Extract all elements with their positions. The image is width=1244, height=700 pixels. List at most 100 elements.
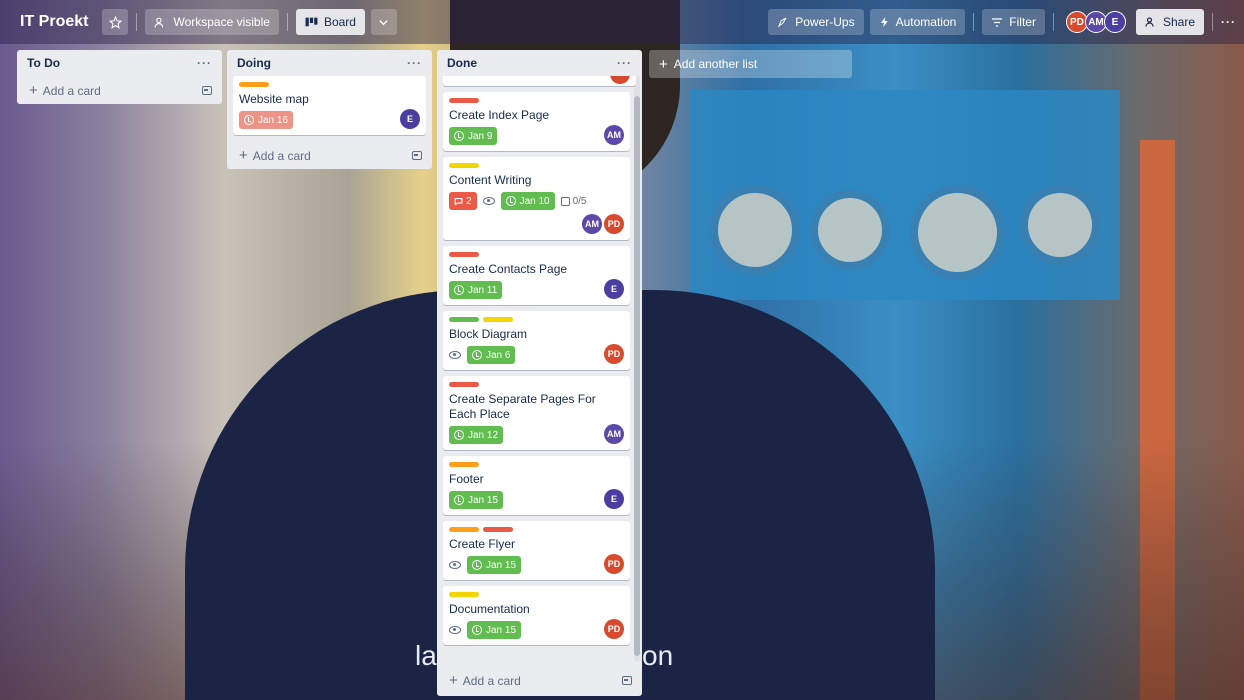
label-yellow bbox=[449, 163, 479, 168]
clock-icon bbox=[454, 285, 464, 295]
rocket-icon bbox=[778, 17, 787, 28]
filter-icon bbox=[992, 17, 1003, 27]
board-header: IT Proekt Workspace visible Board Power-… bbox=[0, 0, 1244, 44]
card[interactable]: Create Contacts Page Jan 11 E bbox=[443, 246, 630, 305]
card-member-avatar[interactable] bbox=[610, 76, 630, 84]
due-date-badge[interactable]: Jan 10 bbox=[500, 192, 555, 210]
list-title[interactable]: To Do bbox=[27, 56, 60, 70]
add-card-button[interactable]: + Add a card bbox=[227, 141, 432, 169]
list-menu-button[interactable]: ··· bbox=[407, 56, 422, 70]
card[interactable]: Website map Jan 16 E bbox=[233, 76, 426, 135]
comment-icon bbox=[454, 197, 463, 206]
people-icon bbox=[155, 17, 164, 27]
due-date-badge[interactable]: Jan 15 bbox=[467, 621, 522, 639]
card-member-avatar[interactable]: PD bbox=[604, 214, 624, 234]
card[interactable]: Create Index Page Jan 9 AM bbox=[443, 92, 630, 151]
card-member-avatar[interactable]: PD bbox=[604, 554, 624, 574]
label-orange bbox=[449, 527, 479, 532]
board-members: PD AM E bbox=[1065, 11, 1126, 33]
shirt-text-left: la bbox=[415, 640, 437, 671]
shirt-text-right: on bbox=[642, 640, 674, 671]
board-title[interactable]: IT Proekt bbox=[12, 9, 96, 35]
list-header: Done ··· bbox=[437, 50, 642, 76]
powerups-button[interactable]: Power-Ups bbox=[768, 9, 864, 35]
card-member-avatar[interactable]: E bbox=[604, 279, 624, 299]
plus-icon: + bbox=[659, 55, 668, 73]
card-title: Documentation bbox=[449, 602, 530, 616]
eye-icon bbox=[449, 626, 461, 634]
label-red bbox=[449, 382, 479, 387]
card[interactable]: Content Writing 2 Jan 10 0/5 AM PD bbox=[443, 157, 630, 240]
card-title: Create Flyer bbox=[449, 537, 516, 551]
star-button[interactable] bbox=[102, 9, 129, 35]
board-menu-button[interactable]: ··· bbox=[1221, 15, 1236, 29]
card[interactable] bbox=[443, 76, 636, 86]
share-button[interactable]: Share bbox=[1135, 9, 1204, 35]
list-menu-button[interactable]: ··· bbox=[617, 56, 632, 70]
card-member-avatar[interactable]: AM bbox=[604, 424, 624, 444]
card-title: Footer bbox=[449, 472, 484, 486]
due-date-badge[interactable]: Jan 12 bbox=[449, 426, 504, 444]
card[interactable]: Footer Jan 15 E bbox=[443, 456, 630, 515]
plus-icon: + bbox=[449, 671, 458, 689]
card-template-icon[interactable] bbox=[622, 675, 632, 685]
list-doing: Doing ··· Website map Jan 16 E + Add a ca… bbox=[227, 50, 432, 169]
list-title[interactable]: Doing bbox=[237, 56, 271, 70]
card-title: Create Contacts Page bbox=[449, 262, 568, 276]
add-list-button[interactable]: + Add another list bbox=[649, 50, 852, 78]
chevron-down-icon bbox=[379, 19, 389, 25]
card[interactable]: Create Separate Pages For Each Place Jan… bbox=[443, 376, 630, 450]
label-orange bbox=[239, 82, 269, 87]
list-menu-button[interactable]: ··· bbox=[197, 56, 212, 70]
add-card-button[interactable]: + Add a card bbox=[437, 664, 642, 696]
card-member-avatar[interactable]: PD bbox=[604, 619, 624, 639]
card-member-avatar[interactable]: E bbox=[604, 489, 624, 509]
due-date-badge[interactable]: Jan 16 bbox=[239, 111, 294, 129]
card-title: Create Separate Pages For Each Place bbox=[449, 392, 596, 421]
list-header: Doing ··· bbox=[227, 50, 432, 76]
clock-icon bbox=[454, 495, 464, 505]
card-member-avatar[interactable]: AM bbox=[604, 125, 624, 145]
filter-button[interactable]: Filter bbox=[982, 9, 1045, 35]
board-view-button[interactable]: Board bbox=[295, 9, 365, 35]
clock-icon bbox=[244, 115, 254, 125]
clock-icon bbox=[472, 350, 482, 360]
due-date-badge[interactable]: Jan 15 bbox=[467, 556, 522, 574]
powerups-label: Power-Ups bbox=[795, 15, 855, 29]
due-date-text: Jan 6 bbox=[486, 349, 511, 361]
card-member-avatar[interactable]: PD bbox=[604, 344, 624, 364]
card[interactable]: Block Diagram Jan 6 PD bbox=[443, 311, 630, 370]
member-avatar[interactable]: E bbox=[1103, 11, 1126, 33]
list-title[interactable]: Done bbox=[447, 56, 477, 70]
card-title: Content Writing bbox=[449, 173, 532, 187]
clock-icon bbox=[505, 196, 516, 206]
list-todo: To Do ··· + Add a card bbox=[17, 50, 222, 104]
card-member-avatar[interactable]: E bbox=[400, 109, 420, 129]
card-title: Create Index Page bbox=[449, 108, 550, 122]
label-red bbox=[449, 252, 479, 257]
label-red bbox=[449, 98, 479, 103]
view-switcher-button[interactable] bbox=[370, 9, 397, 35]
add-card-button[interactable]: + Add a card bbox=[17, 76, 222, 104]
card-template-icon[interactable] bbox=[412, 150, 422, 160]
due-date-badge[interactable]: Jan 9 bbox=[449, 127, 498, 145]
due-date-badge[interactable]: Jan 6 bbox=[467, 346, 516, 364]
add-list-label: Add another list bbox=[673, 57, 758, 71]
automation-button[interactable]: Automation bbox=[869, 9, 966, 35]
star-icon bbox=[108, 15, 122, 29]
due-date-badge[interactable]: Jan 11 bbox=[449, 281, 503, 299]
comments-badge[interactable]: 2 bbox=[449, 192, 477, 210]
share-label: Share bbox=[1162, 15, 1195, 29]
card[interactable]: Documentation Jan 15 PD bbox=[443, 586, 630, 645]
checklist-count: 0/5 bbox=[572, 195, 587, 207]
card-member-avatar[interactable]: AM bbox=[582, 214, 602, 234]
card[interactable]: Create Flyer Jan 15 PD bbox=[443, 521, 630, 580]
list-cards: Create Index Page Jan 9 AM Content Writi… bbox=[437, 76, 642, 664]
clock-icon bbox=[472, 560, 482, 570]
due-date-text: Jan 15 bbox=[468, 494, 499, 506]
due-date-badge[interactable]: Jan 15 bbox=[449, 491, 504, 509]
filter-label: Filter bbox=[1009, 15, 1036, 29]
card-template-icon[interactable] bbox=[202, 85, 212, 95]
visibility-button[interactable]: Workspace visible bbox=[145, 9, 279, 35]
header-divider bbox=[136, 13, 138, 31]
